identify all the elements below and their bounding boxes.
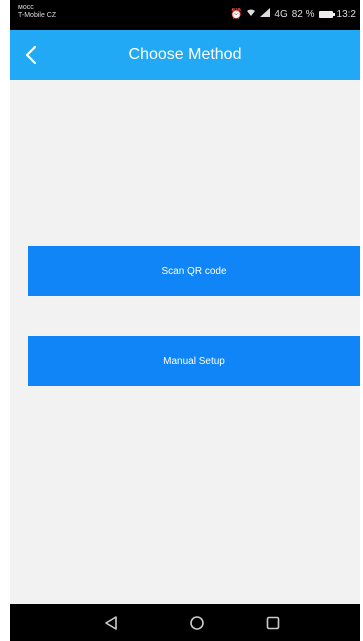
network-type: 4G (274, 9, 288, 20)
navigation-bar (10, 604, 360, 641)
wifi-icon (246, 8, 256, 21)
status-bar: ᴍᴏᴄᴄ T-Mobile CZ ⏰ 4G 82 % 13:2 (10, 0, 360, 30)
page-title: Choose Method (128, 46, 242, 63)
triangle-back-icon (105, 616, 117, 630)
nav-home-button[interactable] (186, 613, 208, 633)
screen-background (10, 0, 360, 641)
app-header: Choose Method (10, 30, 360, 80)
nav-back-button[interactable] (100, 613, 122, 633)
carrier-line-1: ᴍᴏᴄᴄ (18, 4, 34, 11)
manual-setup-button[interactable]: Manual Setup (28, 336, 360, 386)
scan-qr-code-button[interactable]: Scan QR code (28, 246, 360, 296)
signal-icon (260, 8, 271, 21)
phone-frame: ᴍᴏᴄᴄ T-Mobile CZ ⏰ 4G 82 % 13:2 Choose M… (0, 0, 363, 641)
square-recent-icon (266, 616, 280, 630)
carrier-line-2: T-Mobile CZ (18, 12, 57, 19)
alarm-icon: ⏰ (229, 8, 243, 20)
manual-setup-label: Manual Setup (163, 355, 225, 367)
battery-percent: 82 % (291, 9, 315, 20)
nav-recent-button[interactable] (262, 613, 284, 633)
battery-icon (318, 11, 335, 18)
scan-qr-code-label: Scan QR code (161, 265, 227, 277)
circle-home-icon (190, 616, 204, 630)
carrier-info: ᴍᴏᴄᴄ T-Mobile CZ (18, 4, 56, 20)
status-icons: ⏰ 4G 82 % 13:2 (230, 8, 356, 21)
status-time: 13:2 (336, 9, 356, 20)
